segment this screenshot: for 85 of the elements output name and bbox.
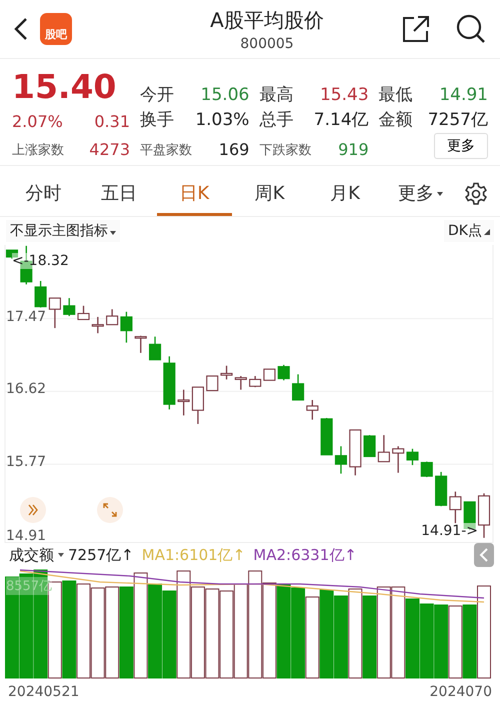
candlestick [406,448,419,466]
breadth-label: 平盘家数 [140,142,192,158]
date-label: 2024070 [430,684,492,700]
breadth-value: 169 [218,140,250,159]
candlestick [306,400,318,420]
candlestick [106,309,118,326]
period-tab[interactable]: 月K [307,172,383,216]
candlestick [263,368,276,381]
price-axis-label: 14.91 [6,528,46,544]
period-tab[interactable]: 更多 [382,172,458,216]
corner-triangle-icon [484,229,490,235]
expand-icon [103,503,117,517]
candlestick [249,376,262,388]
candlestick [48,298,61,328]
price-axis-label: 17.47 [6,308,46,325]
period-tab[interactable]: 周K [232,172,308,216]
candlestick [92,316,104,334]
candlestick [320,418,333,456]
chevron-left-icon [479,548,489,562]
candlestick [435,472,448,506]
date-label: 20240521 [8,684,80,700]
share-icon[interactable] [402,15,430,43]
candlestick [63,298,76,316]
candlestick [34,280,47,308]
search-icon[interactable] [456,14,486,44]
candlestick [234,376,247,390]
candlestick [392,446,404,473]
candlestick [334,446,348,474]
stat-value: 14.91 [439,84,488,104]
stat-label: 今开 [140,84,174,106]
period-tab[interactable]: 日K [156,172,232,216]
candlestick [220,366,233,380]
breadth-value: 919 [338,140,369,159]
stock-title: A股平均股价 [210,6,324,34]
candlestick [77,306,90,320]
breadth-value: 4273 [89,140,130,159]
candlestick [349,429,362,476]
candlestick [134,336,147,353]
candlestick [292,374,304,401]
breadth-label: 上涨家数 [12,142,64,158]
stat-value: 15.06 [200,84,250,104]
price-axis-label: 15.77 [6,454,46,470]
current-price: 15.40 [12,67,118,106]
period-tab[interactable]: 分时 [6,172,82,216]
breadth-label: 下跌家数 [259,142,312,158]
indicator-dropdown[interactable]: 不显示主图指标 [6,220,120,242]
fullscreen-button[interactable] [97,497,123,523]
settings-icon[interactable] [464,182,488,206]
stat-value: 15.43 [320,84,369,104]
change-amount: 0.31 [94,112,130,131]
ma1-value: MA1:6101亿↑ [142,546,246,564]
back-icon[interactable] [14,17,28,41]
dk-button[interactable]: DK点 [444,220,494,242]
candlestick [420,462,433,478]
ma2-value: MA2:6331亿↑ [253,546,357,564]
candlestick [148,336,162,360]
stat-value: 7.14亿 [314,109,369,131]
scroll-button[interactable] [20,497,46,523]
stat-value: 1.03% [195,110,250,130]
caret-icon[interactable] [58,553,64,557]
stat-label: 最低 [378,84,413,106]
candlestick [192,386,204,424]
candlestick [178,390,190,416]
volume-value: 7257亿↑ [68,546,134,564]
candlestick [364,435,376,458]
candlestick [120,312,132,343]
stat-label: 最高 [259,84,294,106]
double-chevron-icon [27,504,39,516]
candlestick [163,356,176,410]
candlestick [378,435,390,462]
stat-value: 7257亿 [428,109,488,131]
stat-label: 金额 [378,109,413,131]
period-tab[interactable]: 五日 [81,172,157,216]
candlestick [449,492,462,524]
more-button[interactable]: 更多 [434,133,488,159]
candlestick [206,375,218,392]
change-percent: 2.07% [12,112,63,131]
caret-icon [110,231,116,235]
stat-label: 总手 [259,109,294,131]
stock-code: 800005 [240,36,294,52]
volume-indicator-label: 成交额 [9,546,54,564]
candlestick [278,364,290,380]
price-axis-label: 16.62 [6,381,46,398]
stat-label: 换手 [140,109,174,131]
candlestick [478,493,490,538]
